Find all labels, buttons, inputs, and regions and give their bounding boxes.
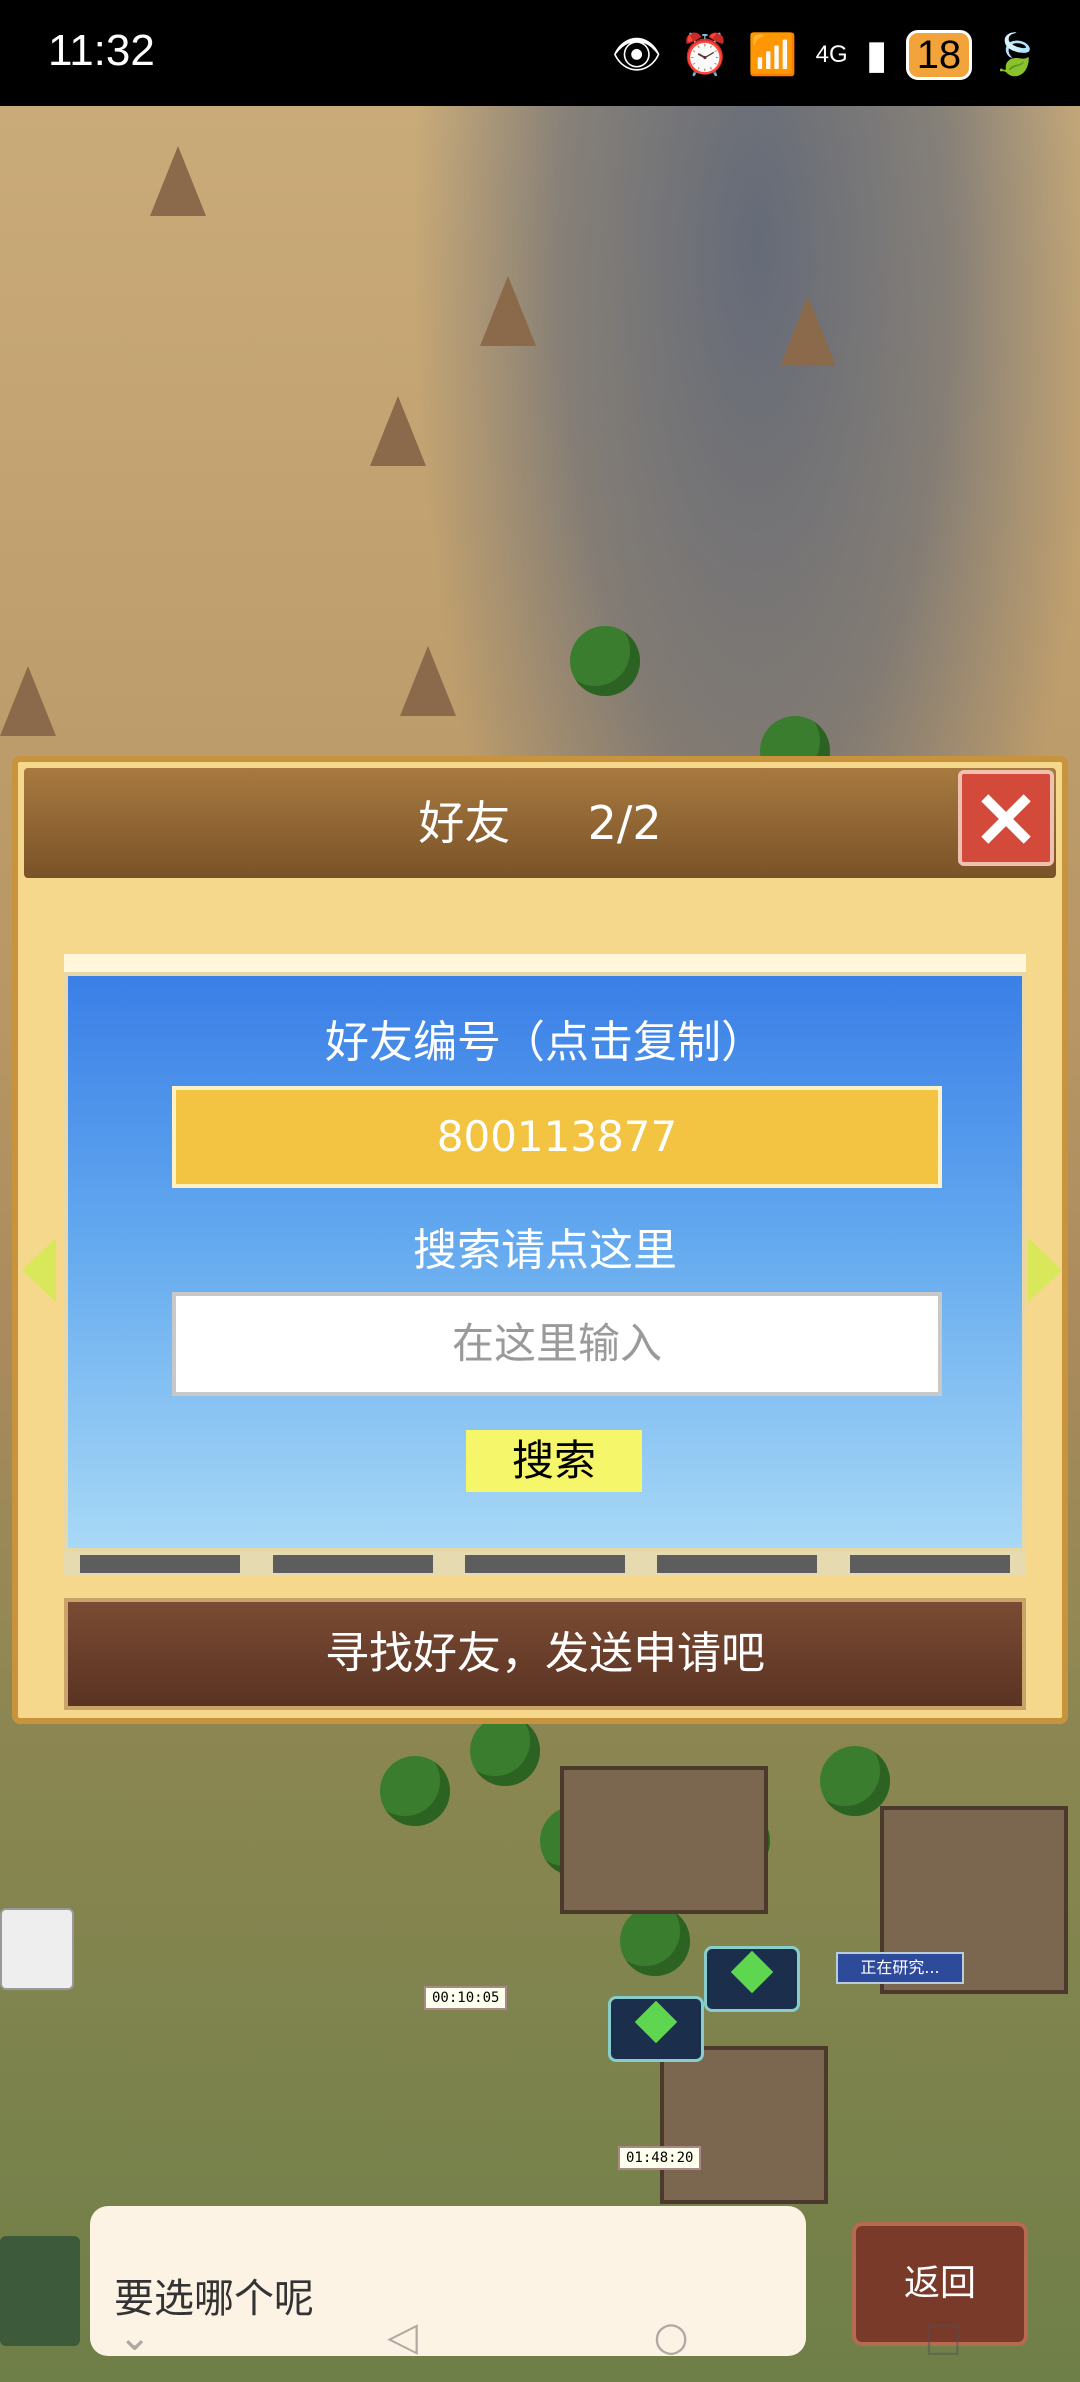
tree-icon <box>470 1716 540 1786</box>
status-icons: 👁 ⏰ 📶 4G ▮ 18 🍃 <box>611 30 1040 80</box>
dialog-title-text: 好友 <box>418 796 511 850</box>
tree-icon <box>620 1906 690 1976</box>
research-status-tag[interactable]: 正在研究... <box>836 1952 964 1984</box>
status-time: 11:32 <box>48 26 155 75</box>
system-nav-bar: ⌄ ◁ ○ □ <box>0 2292 1080 2382</box>
rock-icon <box>480 276 536 346</box>
search-button[interactable]: 搜索 <box>466 1430 642 1492</box>
dialog-header: 好友 2/2 <box>24 768 1056 878</box>
side-item-button[interactable] <box>0 1908 74 1990</box>
slot <box>657 1555 818 1573</box>
search-label: 搜索请点这里 <box>413 1225 677 1276</box>
timer-label: 01:48:20 <box>618 2146 702 2170</box>
building[interactable] <box>660 2046 828 2204</box>
friend-id-label: 好友编号（点击复制） <box>325 1017 765 1068</box>
gem-badge-icon[interactable] <box>704 1946 800 2012</box>
slot <box>272 1555 433 1573</box>
close-button[interactable] <box>958 770 1054 866</box>
leaf-icon: 🍃 <box>990 33 1040 77</box>
rock-icon <box>400 646 456 716</box>
recents-square-icon[interactable]: □ <box>924 2314 962 2360</box>
friend-id-copy-box[interactable]: 800113877 <box>172 1086 942 1188</box>
dialog-page-indicator: 2/2 <box>587 796 662 850</box>
tree-icon <box>380 1756 450 1826</box>
eye-icon: 👁 <box>611 33 663 77</box>
gem-badge-icon[interactable] <box>608 1996 704 2062</box>
status-bar: 11:32 👁 ⏰ 📶 4G ▮ 18 🍃 <box>0 0 1080 106</box>
next-page-arrow-icon[interactable] <box>1028 1238 1062 1302</box>
friend-dialog: 好友 2/2 好友编号（点击复制） 800113877 搜索请点这里 在这里输入… <box>12 756 1068 1724</box>
wifi-icon: 📶 <box>747 33 798 77</box>
dialog-title: 好友 2/2 <box>24 768 1056 878</box>
prev-page-arrow-icon[interactable] <box>22 1238 56 1302</box>
panel-top-strip <box>64 954 1026 972</box>
panel-bottom-strip <box>64 1552 1026 1576</box>
rock-icon <box>780 296 836 366</box>
search-input[interactable]: 在这里输入 <box>172 1292 942 1396</box>
rock-icon <box>0 666 56 736</box>
home-circle-icon[interactable]: ○ <box>654 2314 689 2360</box>
rock-icon <box>150 146 206 216</box>
signal-icon: ▮ <box>865 33 888 77</box>
chevron-down-icon[interactable]: ⌄ <box>118 2314 152 2360</box>
network-label: 4G <box>815 41 848 68</box>
rock-icon <box>370 396 426 466</box>
back-triangle-icon[interactable]: ◁ <box>387 2314 418 2360</box>
slot <box>80 1555 241 1573</box>
timer-label: 00:10:05 <box>424 1986 508 2010</box>
building[interactable] <box>560 1766 768 1914</box>
battery-indicator: 18 <box>905 30 973 80</box>
slot <box>464 1555 625 1573</box>
slot <box>849 1555 1010 1573</box>
palm-tree-icon <box>570 626 640 696</box>
alarm-icon: ⏰ <box>680 33 730 77</box>
find-friends-bar[interactable]: 寻找好友，发送申请吧 <box>64 1598 1026 1710</box>
friend-panel: 好友编号（点击复制） 800113877 搜索请点这里 在这里输入 搜索 <box>64 972 1026 1552</box>
